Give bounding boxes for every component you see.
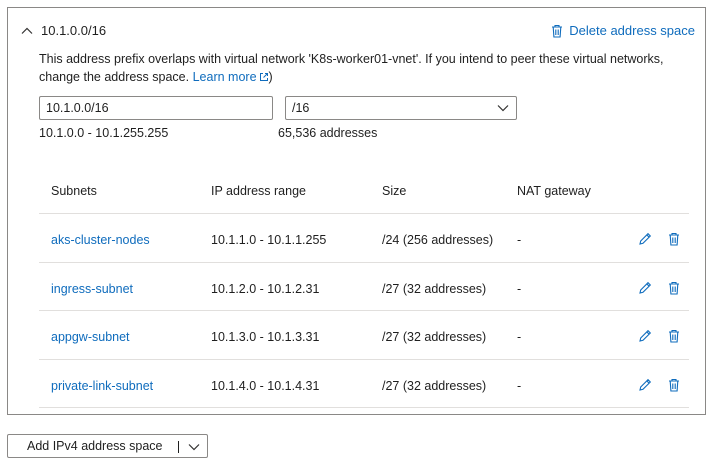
subnet-ip-range: 10.1.1.0 - 10.1.1.255: [211, 233, 327, 247]
subnet-size: /27 (32 addresses): [382, 378, 487, 393]
delete-address-space-button[interactable]: Delete address space: [551, 23, 695, 38]
address-prefix-input[interactable]: [39, 96, 273, 120]
delete-address-space-label: Delete address space: [569, 23, 695, 38]
address-space-panel: 10.1.0.0/16 Delete address space This ad…: [7, 7, 706, 415]
subnet-nat-gateway: -: [517, 378, 522, 393]
subnet-nat-gateway: -: [517, 281, 522, 296]
subnet-size: /27 (32 addresses): [382, 330, 487, 344]
subnet-size: /27 (32 addresses): [382, 281, 487, 296]
overlap-warning: This address prefix overlaps with virtua…: [39, 50, 679, 86]
add-ipv4-address-space-button[interactable]: Add IPv4 address space: [7, 434, 208, 458]
trash-icon[interactable]: [666, 328, 682, 344]
trash-icon: [552, 24, 563, 38]
address-count-text: 65,536 addresses: [278, 126, 378, 140]
table-row: ingress-subnet 10.1.2.0 - 10.1.2.31 /27 …: [39, 263, 689, 311]
address-range-text: 10.1.0.0 - 10.1.255.255: [39, 126, 169, 140]
trash-icon[interactable]: [666, 377, 682, 393]
subnet-ip-range: 10.1.2.0 - 10.1.2.31: [211, 281, 320, 296]
subnet-size: /24 (256 addresses): [382, 233, 494, 247]
chevron-down-icon[interactable]: [187, 440, 201, 457]
chevron-up-icon[interactable]: [20, 24, 34, 38]
subnet-name-link[interactable]: private-link-subnet: [51, 379, 153, 393]
table-row: aks-cluster-nodes 10.1.1.0 - 10.1.1.255 …: [39, 214, 689, 263]
subnet-ip-range: 10.1.4.0 - 10.1.4.31: [211, 378, 320, 393]
trash-icon[interactable]: [666, 280, 682, 296]
subnets-table: Subnets IP address range Size NAT gatewa…: [39, 168, 689, 408]
add-ipv4-address-space-label: Add IPv4 address space: [27, 439, 163, 453]
chevron-down-icon: [497, 105, 509, 112]
external-link-icon: [259, 73, 268, 81]
subnet-name-link[interactable]: aks-cluster-nodes: [51, 233, 150, 247]
warning-suffix: ): [268, 70, 273, 84]
address-space-header: 10.1.0.0/16 Delete address space: [8, 22, 705, 40]
table-row: private-link-subnet 10.1.4.0 - 10.1.4.31…: [39, 360, 689, 408]
subnet-name-link[interactable]: appgw-subnet: [51, 330, 130, 344]
pencil-icon[interactable]: [637, 231, 653, 247]
pencil-icon[interactable]: [637, 377, 653, 393]
column-header-ip-range: IP address range: [211, 184, 306, 198]
subnet-nat-gateway: -: [517, 330, 522, 344]
column-header-size: Size: [382, 184, 407, 198]
trash-icon[interactable]: [666, 231, 682, 247]
pencil-icon[interactable]: [637, 328, 653, 344]
table-row: appgw-subnet 10.1.3.0 - 10.1.3.31 /27 (3…: [39, 311, 689, 360]
learn-more-link[interactable]: Learn more: [193, 70, 269, 84]
subnet-nat-gateway: -: [517, 233, 522, 247]
column-header-subnets: Subnets: [51, 184, 97, 198]
subnet-name-link[interactable]: ingress-subnet: [51, 282, 133, 296]
overlap-warning-text: This address prefix overlaps with virtua…: [39, 52, 664, 84]
pencil-icon[interactable]: [637, 280, 653, 296]
split-button-divider: [178, 441, 179, 453]
subnets-table-header: Subnets IP address range Size NAT gatewa…: [39, 168, 689, 214]
column-header-nat-gateway: NAT gateway: [517, 184, 591, 198]
cidr-size-select[interactable]: /16: [285, 96, 517, 120]
cidr-size-value: /16: [292, 101, 310, 115]
subnet-ip-range: 10.1.3.0 - 10.1.3.31: [211, 330, 320, 344]
address-prefix-title: 10.1.0.0/16: [41, 23, 107, 38]
